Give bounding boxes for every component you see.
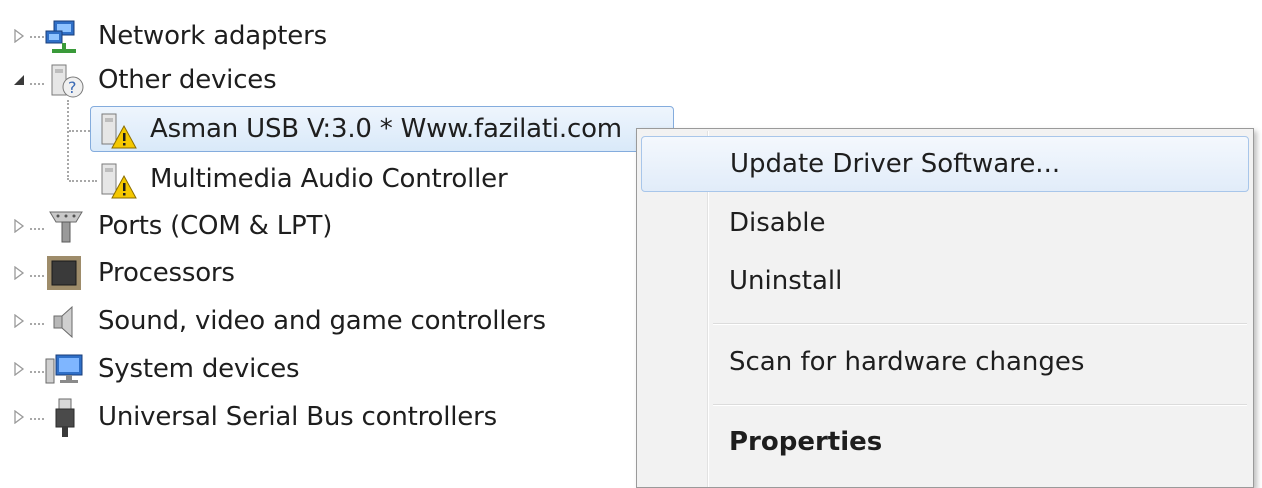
menu-item-properties[interactable]: Properties [641, 414, 1249, 470]
menu-separator [713, 404, 1247, 406]
tree-item-label: Multimedia Audio Controller [150, 164, 508, 194]
expand-arrow-icon[interactable] [12, 410, 26, 424]
unknown-device-icon: ? [51, 64, 84, 98]
tree-item-other-devices[interactable]: ? Other devices [0, 57, 320, 103]
tree-item-label: Sound, video and game controllers [98, 306, 546, 336]
tree-item-multimedia-audio-controller[interactable]: Multimedia Audio Controller [90, 156, 570, 202]
expand-arrow-icon[interactable] [12, 266, 26, 280]
collapse-arrow-icon[interactable] [12, 73, 26, 87]
menu-separator [713, 323, 1247, 325]
menu-item-label: Properties [729, 427, 883, 457]
tree-item-network-adapters[interactable]: Network adapters [0, 13, 360, 59]
tree-item-processors[interactable]: Processors [0, 250, 260, 296]
tree-item-system-devices[interactable]: System devices [0, 346, 330, 392]
tree-item-asman-usb[interactable]: Asman USB V:3.0 * Www.fazilati.com [90, 106, 674, 152]
menu-item-update-driver-software[interactable]: Update Driver Software... [641, 136, 1249, 192]
expand-arrow-icon[interactable] [12, 219, 26, 233]
processor-icon [47, 256, 81, 290]
context-menu: Update Driver Software... Disable Uninst… [636, 128, 1254, 488]
tree-item-label: System devices [98, 354, 300, 384]
tree-item-label: Universal Serial Bus controllers [98, 402, 497, 432]
svg-text:?: ? [68, 78, 77, 97]
menu-item-scan-for-hardware-changes[interactable]: Scan for hardware changes [641, 334, 1249, 390]
tree-item-sound-video-game-controllers[interactable]: Sound, video and game controllers [0, 298, 600, 344]
expand-arrow-icon[interactable] [12, 314, 26, 328]
port-icon [49, 211, 83, 243]
tree-item-usb-controllers[interactable]: Universal Serial Bus controllers [0, 394, 540, 440]
tree-connector [67, 100, 69, 180]
usb-icon [55, 398, 75, 437]
expand-arrow-icon[interactable] [12, 362, 26, 376]
menu-item-label: Disable [729, 208, 826, 238]
tree-item-label: Asman USB V:3.0 * Www.fazilati.com [150, 114, 622, 144]
network-adapter-icon [45, 20, 76, 53]
tree-item-label: Network adapters [98, 21, 327, 51]
tree-item-label: Processors [98, 258, 235, 288]
warning-device-icon [101, 163, 137, 199]
menu-item-disable[interactable]: Disable [641, 195, 1249, 251]
menu-item-label: Update Driver Software... [730, 149, 1061, 179]
tree-item-label: Other devices [98, 65, 277, 95]
expand-arrow-icon[interactable] [12, 29, 26, 43]
tree-item-ports[interactable]: Ports (COM & LPT) [0, 203, 390, 249]
computer-icon [45, 354, 83, 384]
warning-device-icon [101, 113, 137, 149]
tree-item-label: Ports (COM & LPT) [98, 211, 333, 241]
speaker-icon [53, 305, 73, 339]
menu-item-label: Scan for hardware changes [729, 347, 1085, 377]
menu-item-uninstall[interactable]: Uninstall [641, 253, 1249, 309]
menu-item-label: Uninstall [729, 266, 843, 296]
